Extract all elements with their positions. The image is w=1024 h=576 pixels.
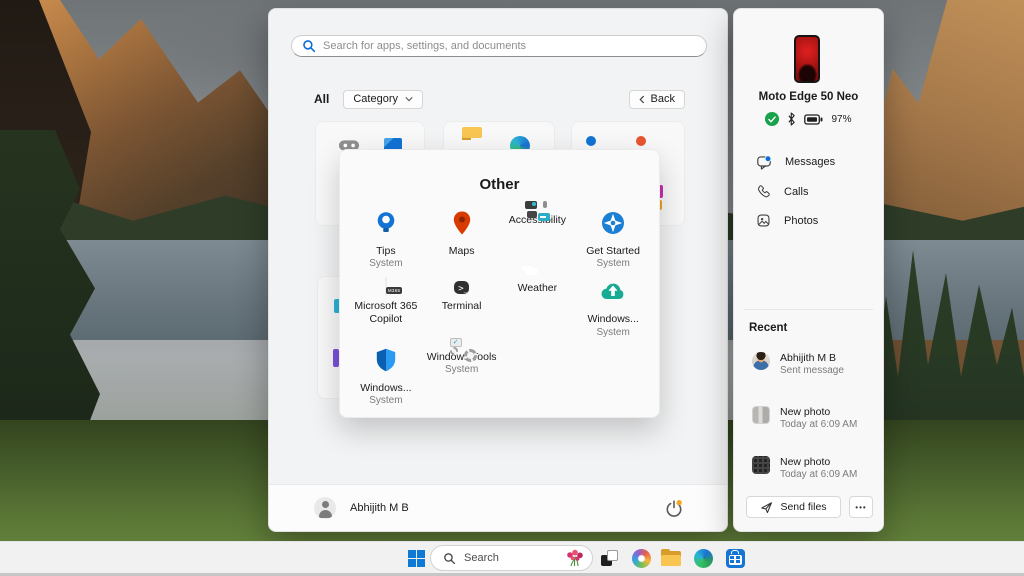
copilot-button[interactable]	[629, 542, 653, 574]
app-tile-windows-tools[interactable]: ✓ Windows Tools System	[424, 347, 500, 406]
recent-item-photo-2[interactable]: New photo Today at 6:09 AM	[734, 450, 883, 488]
send-files-label: Send files	[780, 501, 826, 513]
app-tile-m365-copilot[interactable]: M365 Microsoft 365 Copilot	[348, 278, 424, 337]
more-button[interactable]: •••	[849, 496, 873, 518]
flowers-image	[564, 549, 586, 567]
menu-item-messages[interactable]: Messages	[734, 147, 883, 177]
divider	[744, 309, 873, 310]
terminal-icon: >_	[454, 281, 469, 294]
phone-link-panel: Moto Edge 50 Neo 97% Messages Calls	[733, 8, 884, 532]
bluetooth-icon	[787, 112, 796, 126]
edge-icon	[694, 549, 713, 568]
app-tile-terminal[interactable]: >_ Terminal	[424, 278, 500, 337]
windows-logo-icon	[408, 550, 425, 567]
messages-icon	[756, 154, 772, 170]
app-tile-weather[interactable]: Weather	[500, 278, 576, 337]
menu-item-messages-label: Messages	[785, 156, 835, 168]
app-tile-windows-backup[interactable]: Windows... System	[575, 278, 651, 337]
send-row: Send files •••	[746, 496, 873, 518]
connected-check-icon	[765, 112, 779, 126]
search-icon	[302, 39, 316, 53]
recent-header: Recent	[749, 322, 787, 334]
recent-item-photo-1[interactable]: New photo Today at 6:09 AM	[734, 400, 883, 438]
menu-item-calls-label: Calls	[784, 186, 808, 198]
photo-thumbnail	[752, 406, 770, 424]
battery-percent: 97%	[831, 114, 851, 125]
magnifier-icon	[443, 552, 456, 565]
photos-icon	[756, 213, 771, 228]
chevron-left-icon	[639, 95, 645, 104]
device-name: Moto Edge 50 Neo	[734, 91, 883, 103]
store-icon	[726, 549, 745, 568]
task-view-icon	[601, 550, 618, 566]
start-search-box[interactable]	[291, 35, 707, 57]
category-dropdown-label: Category	[353, 93, 398, 105]
recent-list: Abhijith M B Sent message New photo Toda…	[734, 346, 883, 488]
start-button[interactable]	[404, 542, 428, 574]
back-button[interactable]: Back	[629, 90, 685, 109]
blue-ring-icon	[586, 136, 596, 146]
app-tile-get-started[interactable]: Get Started System	[575, 210, 651, 269]
battery-icon	[804, 114, 823, 125]
m365-copilot-icon: M365	[385, 277, 387, 296]
task-view-button[interactable]	[597, 542, 621, 574]
menu-item-photos-label: Photos	[784, 215, 818, 227]
popup-title: Other	[340, 150, 659, 193]
app-tile-accessibility[interactable]: Accessibility	[500, 210, 576, 269]
send-icon	[760, 501, 773, 514]
recent-item-message[interactable]: Abhijith M B Sent message	[734, 346, 883, 384]
start-menu-panel: All Category Back	[268, 8, 728, 532]
app-grid: Tips System Maps Accessibility	[340, 193, 659, 406]
phone-screen-preview[interactable]	[794, 35, 820, 83]
edge-button[interactable]	[691, 542, 715, 574]
user-bar: Abhijith M B	[269, 484, 727, 531]
file-explorer-icon	[661, 551, 681, 566]
copilot-icon	[632, 549, 651, 568]
menu-item-calls[interactable]: Calls	[734, 177, 883, 206]
maps-icon	[449, 223, 475, 240]
contact-avatar	[752, 352, 770, 370]
windows-security-icon	[373, 360, 399, 377]
category-dropdown[interactable]: Category	[343, 90, 423, 109]
power-icon	[665, 499, 683, 517]
get-started-icon	[600, 223, 626, 240]
app-tile-maps[interactable]: Maps	[424, 210, 500, 269]
photo-thumbnail	[752, 456, 770, 474]
app-tile-windows-security[interactable]: Windows... System	[348, 347, 424, 406]
taskbar-search[interactable]: Search	[430, 545, 593, 571]
menu-item-photos[interactable]: Photos	[734, 206, 883, 235]
phone-menu: Messages Calls Photos	[734, 147, 883, 235]
calls-icon	[756, 184, 771, 199]
taskbar-search-label: Search	[464, 552, 556, 564]
filter-all-label: All	[314, 92, 329, 106]
chevron-down-icon	[405, 96, 413, 102]
search-input[interactable]	[323, 40, 696, 52]
tips-icon	[373, 223, 399, 240]
send-files-button[interactable]: Send files	[746, 496, 841, 518]
back-button-label: Back	[651, 93, 675, 105]
store-button[interactable]	[723, 542, 747, 574]
filter-row: All Category Back	[314, 89, 685, 109]
windows-backup-icon	[600, 291, 626, 308]
user-name: Abhijith M B	[350, 502, 409, 514]
phone-status-row: 97%	[734, 112, 883, 126]
power-button[interactable]	[661, 495, 687, 521]
other-category-popup: Other Tips System Maps Access	[339, 149, 660, 418]
file-explorer-button[interactable]	[658, 542, 684, 574]
user-avatar[interactable]	[314, 497, 336, 519]
taskbar: Search	[0, 541, 1024, 576]
app-tile-tips[interactable]: Tips System	[348, 210, 424, 269]
red-ring-icon	[636, 136, 646, 146]
